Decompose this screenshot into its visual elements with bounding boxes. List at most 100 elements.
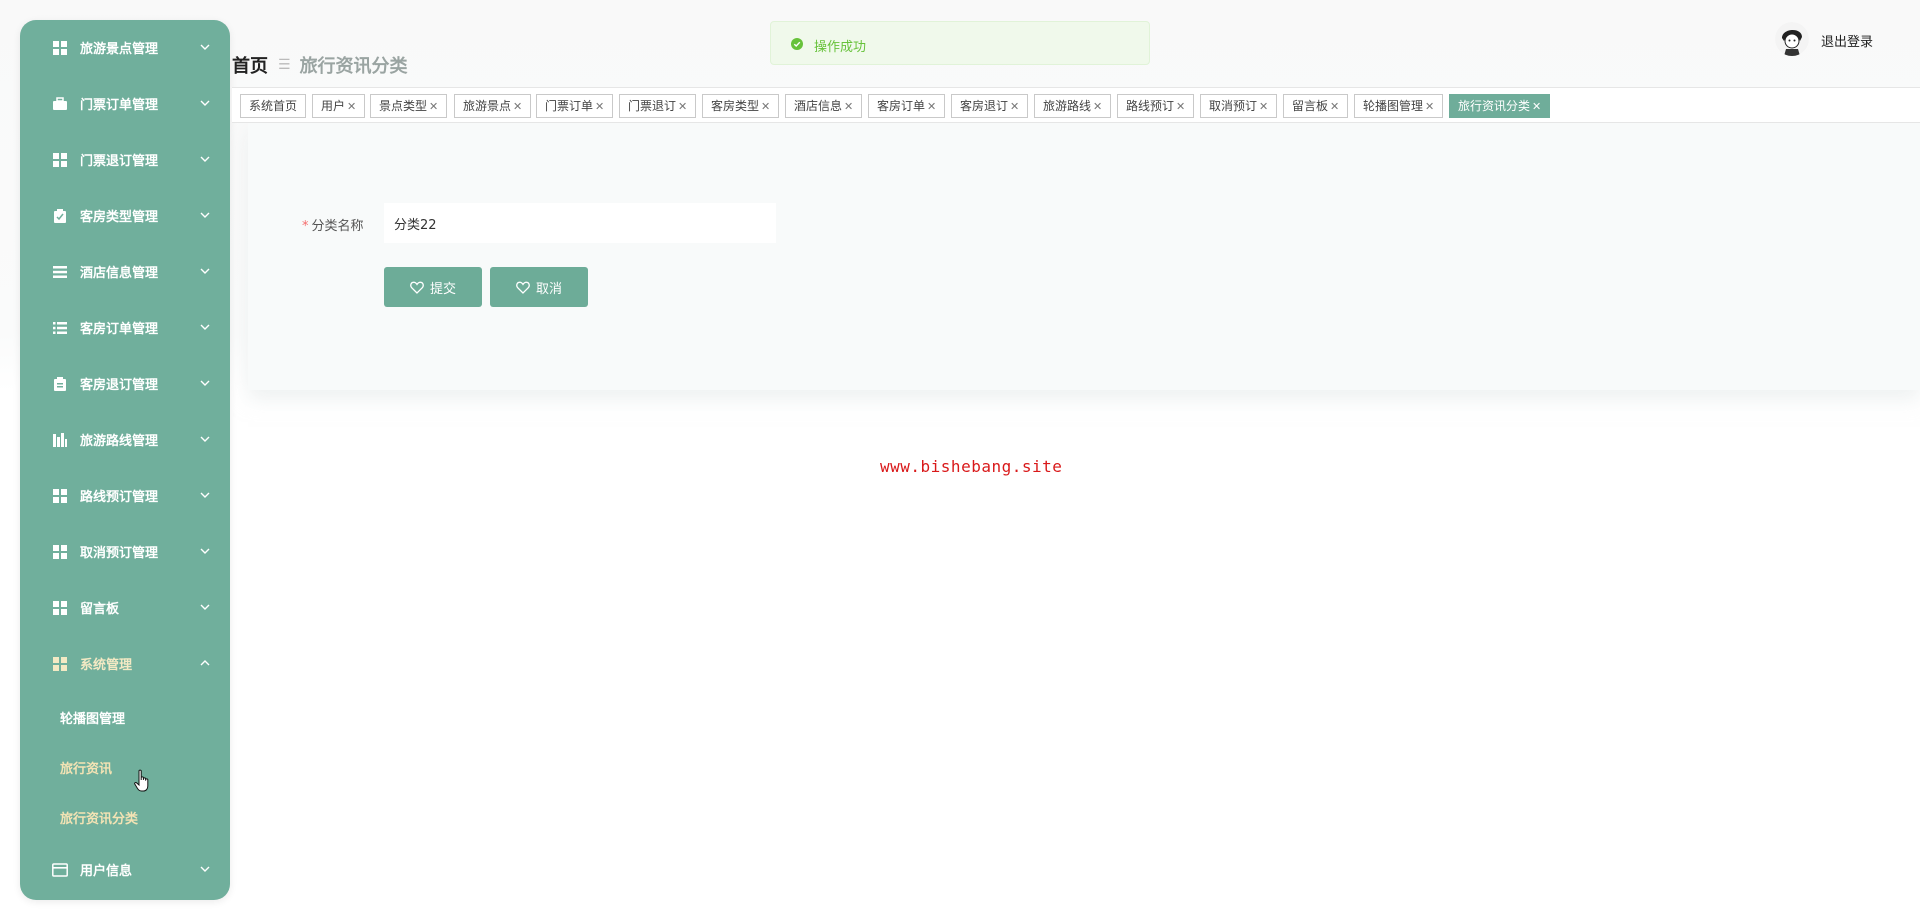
close-icon[interactable]: ✕ — [1532, 100, 1541, 113]
tag-ticket-refunds[interactable]: 门票退订 ✕ — [619, 94, 697, 118]
submenu-item-carousel[interactable]: 轮播图管理 — [20, 696, 230, 736]
tag-room-orders[interactable]: 客房订单 ✕ — [868, 94, 946, 118]
close-icon[interactable]: ✕ — [513, 100, 522, 113]
breadcrumb-current: 旅行资讯分类 — [299, 56, 408, 77]
tag-spot-type[interactable]: 景点类型 ✕ — [370, 94, 448, 118]
close-icon[interactable]: ✕ — [761, 100, 770, 113]
sidebar-item-room-orders[interactable]: 客房订单管理 — [20, 300, 230, 356]
submenu-item-travel-news-category[interactable]: 旅行资讯分类 — [20, 796, 230, 836]
chevron-down-icon — [200, 548, 210, 554]
cancel-button[interactable]: 取消 — [490, 267, 588, 307]
tag-label: 景点类型 — [379, 99, 428, 113]
sidebar-item-ticket-orders[interactable]: 门票订单管理 — [20, 76, 230, 132]
tag-label: 取消预订 — [1209, 99, 1258, 113]
tag-travel-routes[interactable]: 旅游路线 ✕ — [1034, 94, 1112, 118]
category-name-label: * 分类名称 — [302, 215, 364, 234]
tag-scenic-spots[interactable]: 旅游景点 ✕ — [454, 94, 532, 118]
category-name-input[interactable] — [384, 203, 776, 243]
sidebar-item-label: 门票订单管理 — [80, 98, 159, 113]
tag-hotel-info[interactable]: 酒店信息 ✕ — [785, 94, 863, 118]
sidebar-item-label: 客房类型管理 — [80, 210, 159, 225]
tag-booking-cancellations[interactable]: 取消预订 ✕ — [1200, 94, 1278, 118]
clipboard-icon — [52, 208, 68, 224]
tag-travel-news-category[interactable]: 旅行资讯分类 ✕ — [1449, 94, 1551, 118]
close-icon[interactable]: ✕ — [927, 100, 936, 113]
chevron-down-icon — [200, 212, 210, 218]
tags-bar: 系统首页 用户 ✕ 景点类型 ✕ 旅游景点 ✕ 门票订单 ✕ 门票退订 ✕ 客房类型 ✕ 酒… — [232, 87, 1920, 123]
sidebar-item-message-board[interactable]: 留言板 — [20, 580, 230, 636]
tag-room-types[interactable]: 客房类型 ✕ — [702, 94, 780, 118]
close-icon[interactable]: ✕ — [1093, 100, 1102, 113]
logout-link[interactable]: 退出登录 — [1821, 31, 1873, 50]
sidebar-item-ticket-refunds[interactable]: 门票退订管理 — [20, 132, 230, 188]
tag-label: 门票退订 — [628, 99, 677, 113]
tag-label: 留言板 — [1292, 99, 1329, 113]
close-icon[interactable]: ✕ — [678, 100, 687, 113]
close-icon[interactable]: ✕ — [347, 100, 356, 113]
sidebar-item-label: 用户信息 — [80, 864, 133, 879]
sidebar-item-system-management[interactable]: 系统管理 — [20, 636, 230, 692]
sidebar-item-room-refunds[interactable]: 客房退订管理 — [20, 356, 230, 412]
close-icon[interactable]: ✕ — [1176, 100, 1185, 113]
grid-icon — [52, 152, 68, 168]
chevron-down-icon — [200, 436, 210, 442]
close-icon[interactable]: ✕ — [1259, 100, 1268, 113]
breadcrumb-home[interactable]: 首页 — [232, 52, 268, 78]
submenu-item-label: 旅行资讯 — [60, 762, 113, 777]
submenu-item-label: 旅行资讯分类 — [60, 812, 139, 827]
tag-room-refunds[interactable]: 客房退订 ✕ — [951, 94, 1029, 118]
chevron-down-icon — [200, 156, 210, 162]
grid-icon — [52, 544, 68, 560]
close-icon[interactable]: ✕ — [1010, 100, 1019, 113]
close-icon[interactable]: ✕ — [1425, 100, 1434, 113]
close-icon[interactable]: ✕ — [429, 100, 438, 113]
sidebar-item-route-bookings[interactable]: 路线预订管理 — [20, 468, 230, 524]
heart-icon — [516, 281, 530, 294]
close-icon[interactable]: ✕ — [1330, 100, 1339, 113]
tag-home[interactable]: 系统首页 — [240, 94, 307, 118]
sidebar-item-label: 留言板 — [80, 602, 120, 617]
tag-label: 客房退订 — [960, 99, 1009, 113]
sidebar-item-label: 旅游景点管理 — [80, 42, 159, 57]
sidebar-item-label: 取消预订管理 — [80, 546, 159, 561]
heart-icon — [410, 281, 424, 294]
sidebar-item-label: 客房退订管理 — [80, 378, 159, 393]
sidebar-item-room-types[interactable]: 客房类型管理 — [20, 188, 230, 244]
success-check-icon — [791, 38, 803, 50]
chevron-down-icon — [200, 604, 210, 610]
tag-user[interactable]: 用户 ✕ — [312, 94, 366, 118]
grid-icon — [52, 600, 68, 616]
chevron-down-icon — [200, 324, 210, 330]
breadcrumb: 首页 ☰ 旅行资讯分类 — [232, 53, 408, 77]
sidebar-item-label: 门票退订管理 — [80, 154, 159, 169]
tag-label: 旅游路线 — [1043, 99, 1092, 113]
sidebar-item-label: 系统管理 — [80, 658, 133, 673]
tag-label: 旅行资讯分类 — [1458, 99, 1531, 113]
success-toast: 操作成功 — [770, 21, 1150, 65]
tag-carousel[interactable]: 轮播图管理 ✕ — [1354, 94, 1444, 118]
sidebar-item-user-info[interactable]: 用户信息 — [20, 842, 230, 898]
close-icon[interactable]: ✕ — [595, 100, 604, 113]
sidebar-item-label: 路线预订管理 — [80, 490, 159, 505]
submenu-item-travel-news[interactable]: 旅行资讯 — [20, 746, 230, 786]
tag-route-bookings[interactable]: 路线预订 ✕ — [1117, 94, 1195, 118]
sidebar-item-label: 客房订单管理 — [80, 322, 159, 337]
chevron-down-icon — [200, 380, 210, 386]
chevron-up-icon — [200, 660, 210, 666]
tag-ticket-orders[interactable]: 门票订单 ✕ — [536, 94, 614, 118]
tag-label: 用户 — [321, 99, 346, 113]
chevron-down-icon — [200, 492, 210, 498]
sidebar-item-booking-cancellations[interactable]: 取消预订管理 — [20, 524, 230, 580]
sidebar-item-travel-routes[interactable]: 旅游路线管理 — [20, 412, 230, 468]
close-icon[interactable]: ✕ — [844, 100, 853, 113]
cancel-button-label: 取消 — [535, 281, 562, 297]
avatar[interactable] — [1775, 22, 1809, 56]
chevron-down-icon — [200, 866, 210, 872]
toast-message: 操作成功 — [814, 40, 867, 55]
sidebar-item-hotel-info[interactable]: 酒店信息管理 — [20, 244, 230, 300]
tag-message-board[interactable]: 留言板 ✕ — [1283, 94, 1349, 118]
breadcrumb-separator-icon: ☰ — [278, 57, 291, 73]
tag-label: 轮播图管理 — [1363, 99, 1424, 113]
sidebar-item-scenic-spots[interactable]: 旅游景点管理 — [20, 20, 230, 76]
submit-button[interactable]: 提交 — [384, 267, 482, 307]
